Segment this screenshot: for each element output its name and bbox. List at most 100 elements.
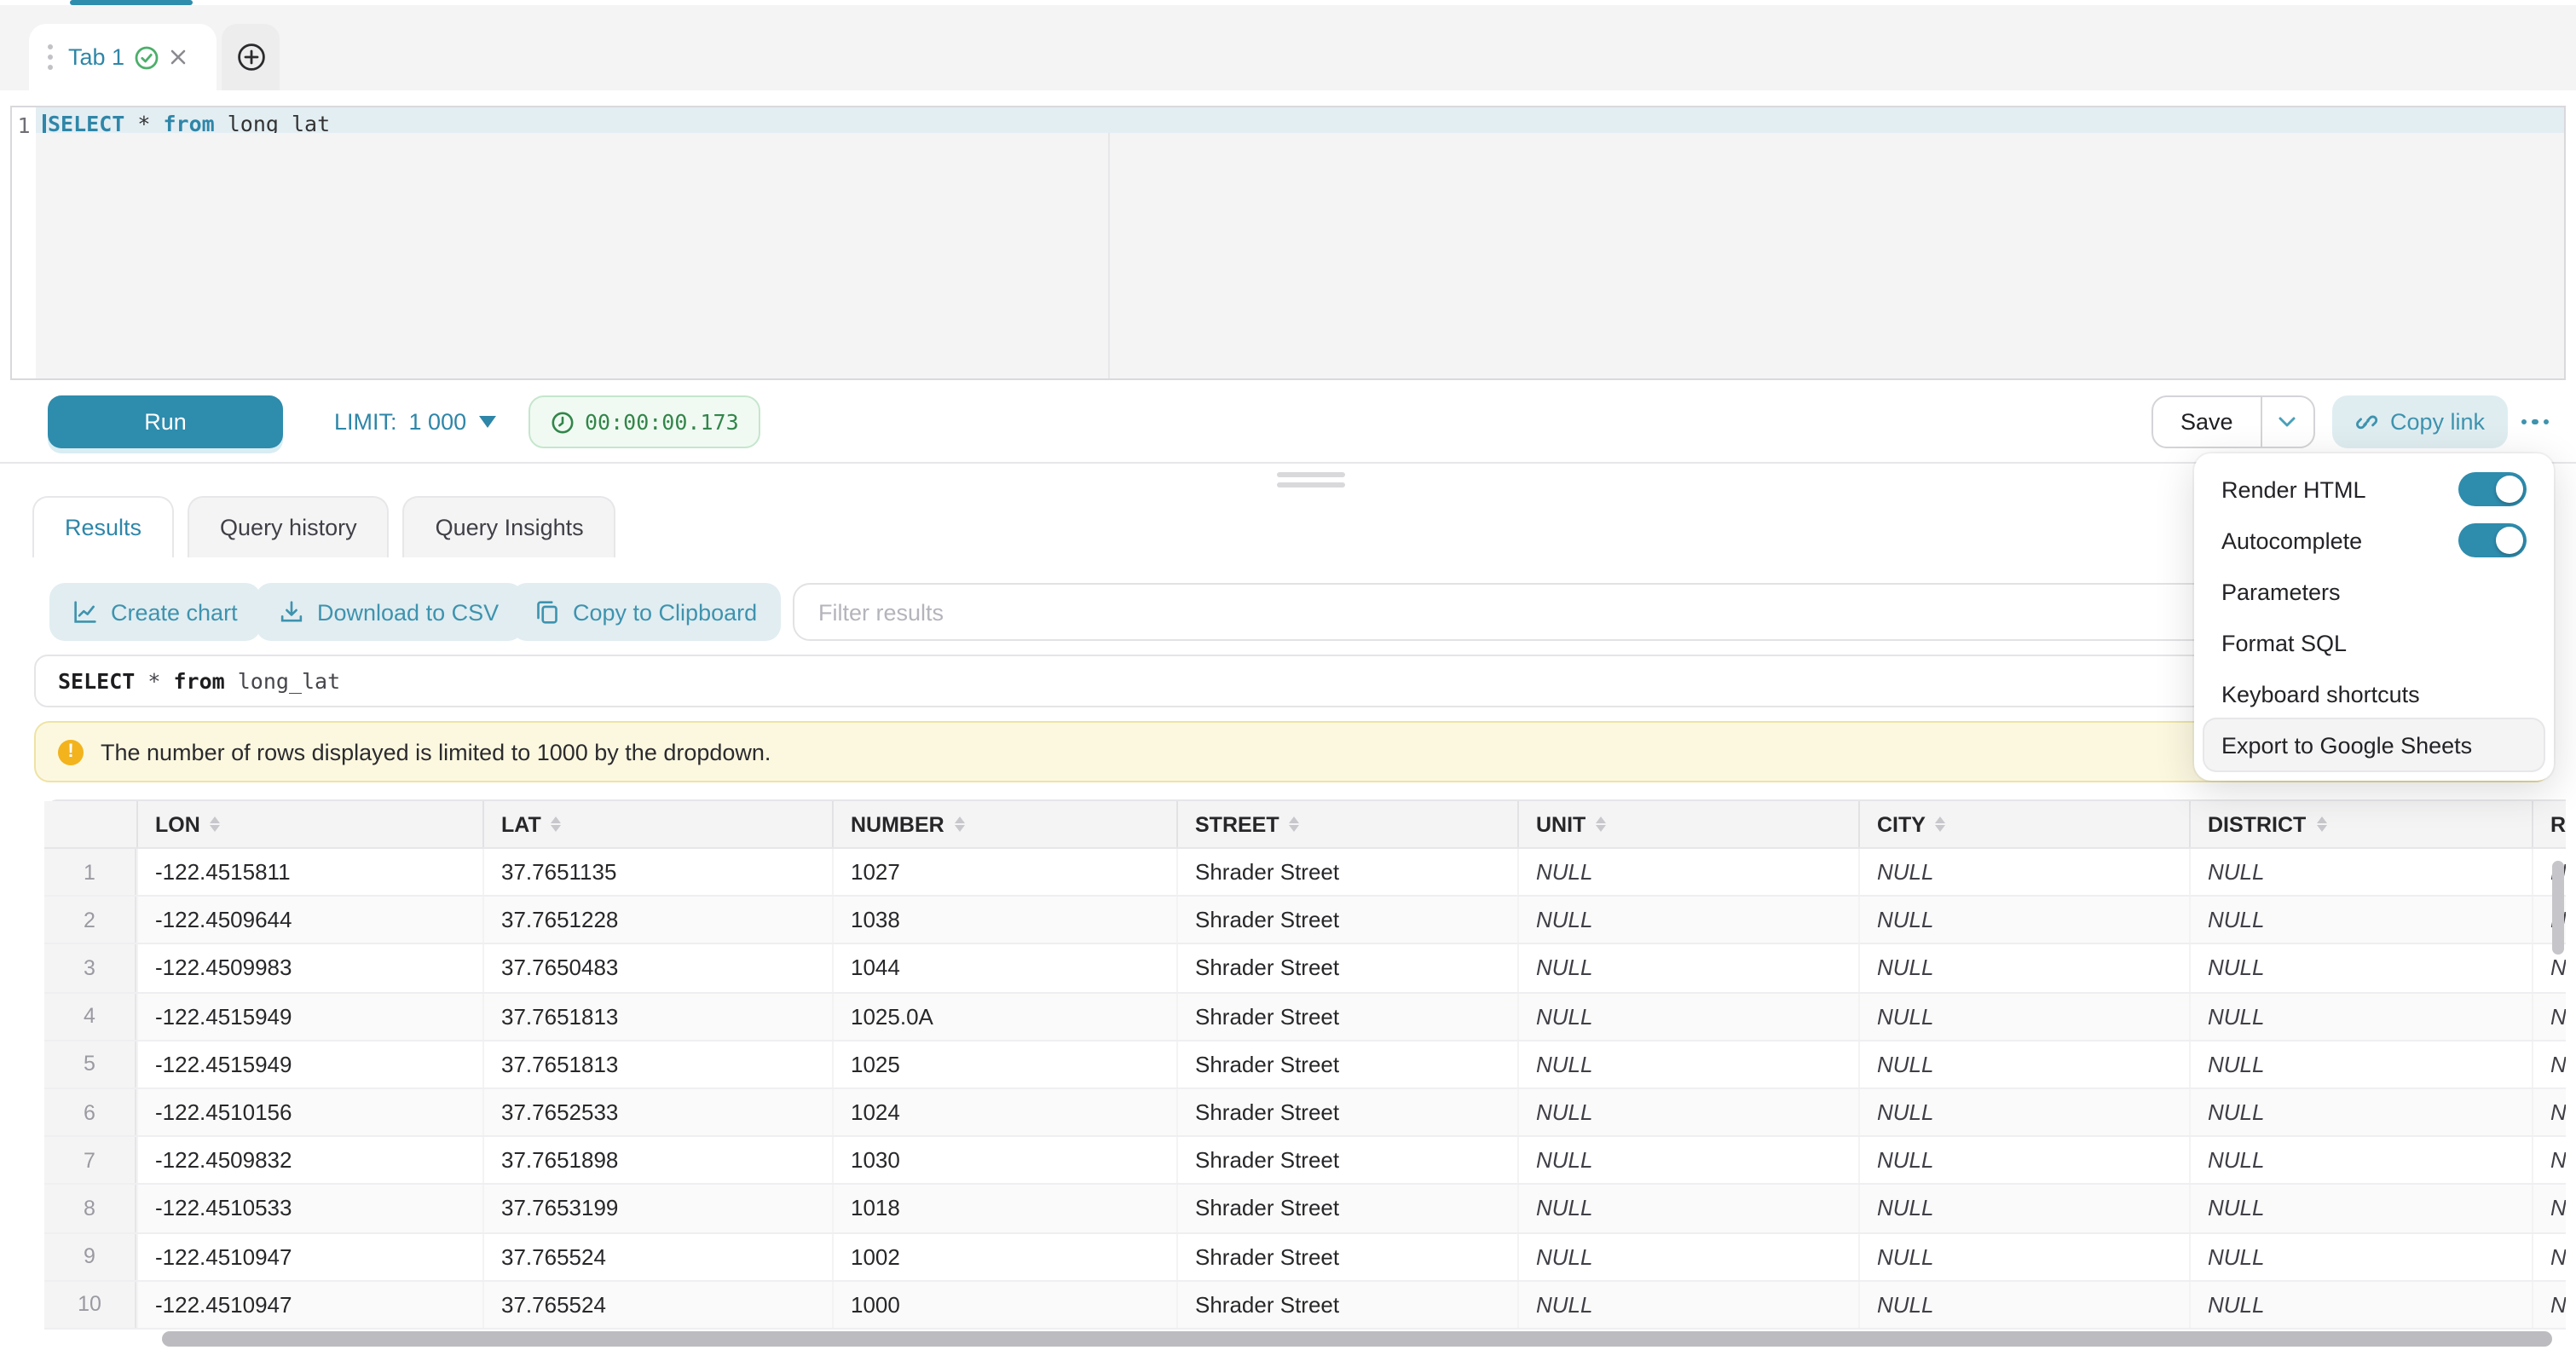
- table-cell[interactable]: -122.4510947: [136, 1233, 482, 1279]
- column-header-lat[interactable]: LAT: [482, 801, 832, 847]
- table-cell[interactable]: NULL: [2189, 1041, 2532, 1088]
- tab-tab1[interactable]: Tab 1: [29, 24, 217, 90]
- table-cell[interactable]: NULL: [2189, 1233, 2532, 1279]
- table-cell[interactable]: 37.7652533: [482, 1089, 832, 1135]
- table-cell[interactable]: NULL: [1517, 1281, 1858, 1327]
- table-cell[interactable]: -122.4509644: [136, 897, 482, 943]
- table-cell[interactable]: NULL: [2532, 1089, 2566, 1135]
- menu-item-autocomplete[interactable]: Autocomplete: [2204, 515, 2544, 566]
- editor-active-line[interactable]: [36, 107, 2564, 133]
- table-row[interactable]: 6-122.451015637.76525331024Shrader Stree…: [44, 1089, 2566, 1137]
- table-cell[interactable]: NULL: [1517, 945, 1858, 991]
- table-cell[interactable]: NULL: [1858, 993, 2189, 1039]
- column-header-city[interactable]: CITY: [1858, 801, 2189, 847]
- results-tab-query-insights[interactable]: Query Insights: [403, 496, 616, 557]
- table-cell[interactable]: Shrader Street: [1176, 897, 1517, 943]
- table-cell[interactable]: NULL: [2532, 1233, 2566, 1279]
- menu-item-render-html[interactable]: Render HTML: [2204, 464, 2544, 515]
- table-cell[interactable]: NULL: [1517, 1041, 1858, 1088]
- table-cell[interactable]: 1025: [832, 1041, 1176, 1088]
- table-cell[interactable]: Shrader Street: [1176, 1281, 1517, 1327]
- table-cell[interactable]: NULL: [1858, 1137, 2189, 1183]
- table-row[interactable]: 7-122.450983237.76518981030Shrader Stree…: [44, 1137, 2566, 1185]
- table-cell[interactable]: NULL: [2189, 897, 2532, 943]
- editor-empty-area[interactable]: [36, 133, 2564, 378]
- table-cell[interactable]: NULL: [2189, 1186, 2532, 1232]
- table-cell[interactable]: 1002: [832, 1233, 1176, 1279]
- table-cell[interactable]: NULL: [1858, 849, 2189, 895]
- table-row[interactable]: 3-122.450998337.76504831044Shrader Stree…: [44, 945, 2566, 993]
- sort-icon[interactable]: [955, 816, 965, 832]
- table-cell[interactable]: NULL: [2189, 1089, 2532, 1135]
- sort-icon[interactable]: [1290, 816, 1300, 832]
- table-cell[interactable]: NULL: [1517, 993, 1858, 1039]
- table-cell[interactable]: 1044: [832, 945, 1176, 991]
- table-cell[interactable]: -122.4509832: [136, 1137, 482, 1183]
- create-chart-button[interactable]: Create chart: [49, 583, 262, 641]
- table-row[interactable]: 1-122.451581137.76511351027Shrader Stree…: [44, 849, 2566, 897]
- table-cell[interactable]: Shrader Street: [1176, 1089, 1517, 1135]
- table-cell[interactable]: -122.4510156: [136, 1089, 482, 1135]
- column-header-street[interactable]: STREET: [1176, 801, 1517, 847]
- table-cell[interactable]: 1000: [832, 1281, 1176, 1327]
- column-header-lon[interactable]: LON: [136, 801, 482, 847]
- table-cell[interactable]: 1018: [832, 1186, 1176, 1232]
- table-cell[interactable]: 37.7650483: [482, 945, 832, 991]
- toggle-switch-on[interactable]: [2458, 523, 2527, 557]
- table-cell[interactable]: NULL: [2532, 1186, 2566, 1232]
- sort-icon[interactable]: [2316, 816, 2326, 832]
- column-header-unit[interactable]: UNIT: [1517, 801, 1858, 847]
- table-cell[interactable]: 37.7651228: [482, 897, 832, 943]
- table-cell[interactable]: -122.4510947: [136, 1281, 482, 1327]
- table-cell[interactable]: Shrader Street: [1176, 993, 1517, 1039]
- table-cell[interactable]: 37.7651813: [482, 993, 832, 1039]
- save-options-button[interactable]: [2262, 397, 2313, 447]
- table-row[interactable]: 5-122.451594937.76518131025Shrader Stree…: [44, 1041, 2566, 1089]
- table-cell[interactable]: 1024: [832, 1089, 1176, 1135]
- table-cell[interactable]: NULL: [1858, 945, 2189, 991]
- results-tab-results[interactable]: Results: [32, 496, 174, 557]
- table-cell[interactable]: NULL: [1858, 1186, 2189, 1232]
- table-cell[interactable]: -122.4515811: [136, 849, 482, 895]
- column-header-number[interactable]: NUMBER: [832, 801, 1176, 847]
- table-cell[interactable]: NULL: [2189, 1137, 2532, 1183]
- table-cell[interactable]: -122.4515949: [136, 993, 482, 1039]
- sort-icon[interactable]: [552, 816, 562, 832]
- table-cell[interactable]: -122.4515949: [136, 1041, 482, 1088]
- table-cell[interactable]: 1027: [832, 849, 1176, 895]
- table-cell[interactable]: NULL: [1858, 1041, 2189, 1088]
- copy-link-button[interactable]: Copy link: [2332, 395, 2507, 448]
- limit-dropdown[interactable]: LIMIT: 1 000: [334, 395, 495, 448]
- table-row[interactable]: 10-122.451094737.7655241000Shrader Stree…: [44, 1281, 2566, 1329]
- table-cell[interactable]: 37.7653199: [482, 1186, 832, 1232]
- sql-editor[interactable]: 1 SELECT * from long_lat: [10, 106, 2566, 380]
- table-row[interactable]: 9-122.451094737.7655241002Shrader Street…: [44, 1233, 2566, 1281]
- table-cell[interactable]: NULL: [1517, 1186, 1858, 1232]
- table-cell[interactable]: Shrader Street: [1176, 849, 1517, 895]
- table-cell[interactable]: 37.7651135: [482, 849, 832, 895]
- table-cell[interactable]: Shrader Street: [1176, 1186, 1517, 1232]
- table-cell[interactable]: NULL: [2532, 1281, 2566, 1327]
- table-cell[interactable]: NULL: [2532, 1137, 2566, 1183]
- table-cell[interactable]: NULL: [2189, 849, 2532, 895]
- table-cell[interactable]: NULL: [1517, 897, 1858, 943]
- table-cell[interactable]: -122.4509983: [136, 945, 482, 991]
- menu-item-keyboard-shortcuts[interactable]: Keyboard shortcuts: [2204, 668, 2544, 719]
- table-cell[interactable]: NULL: [2532, 993, 2566, 1039]
- table-cell[interactable]: NULL: [2532, 1041, 2566, 1088]
- column-header-re[interactable]: RE: [2532, 801, 2566, 847]
- table-cell[interactable]: NULL: [1517, 849, 1858, 895]
- table-cell[interactable]: Shrader Street: [1176, 1137, 1517, 1183]
- table-cell[interactable]: Shrader Street: [1176, 945, 1517, 991]
- menu-item-format-sql[interactable]: Format SQL: [2204, 617, 2544, 668]
- table-cell[interactable]: NULL: [2189, 993, 2532, 1039]
- panel-resize-handle[interactable]: [1277, 472, 1345, 488]
- menu-item-parameters[interactable]: Parameters: [2204, 566, 2544, 617]
- menu-item-export-to-google-sheets[interactable]: Export to Google Sheets: [2204, 719, 2544, 770]
- drag-grip-icon[interactable]: [43, 41, 58, 73]
- column-header-district[interactable]: DISTRICT: [2189, 801, 2532, 847]
- table-cell[interactable]: NULL: [1858, 1281, 2189, 1327]
- table-cell[interactable]: 1025.0A: [832, 993, 1176, 1039]
- table-cell[interactable]: 37.765524: [482, 1233, 832, 1279]
- table-row[interactable]: 8-122.451053337.76531991018Shrader Stree…: [44, 1186, 2566, 1233]
